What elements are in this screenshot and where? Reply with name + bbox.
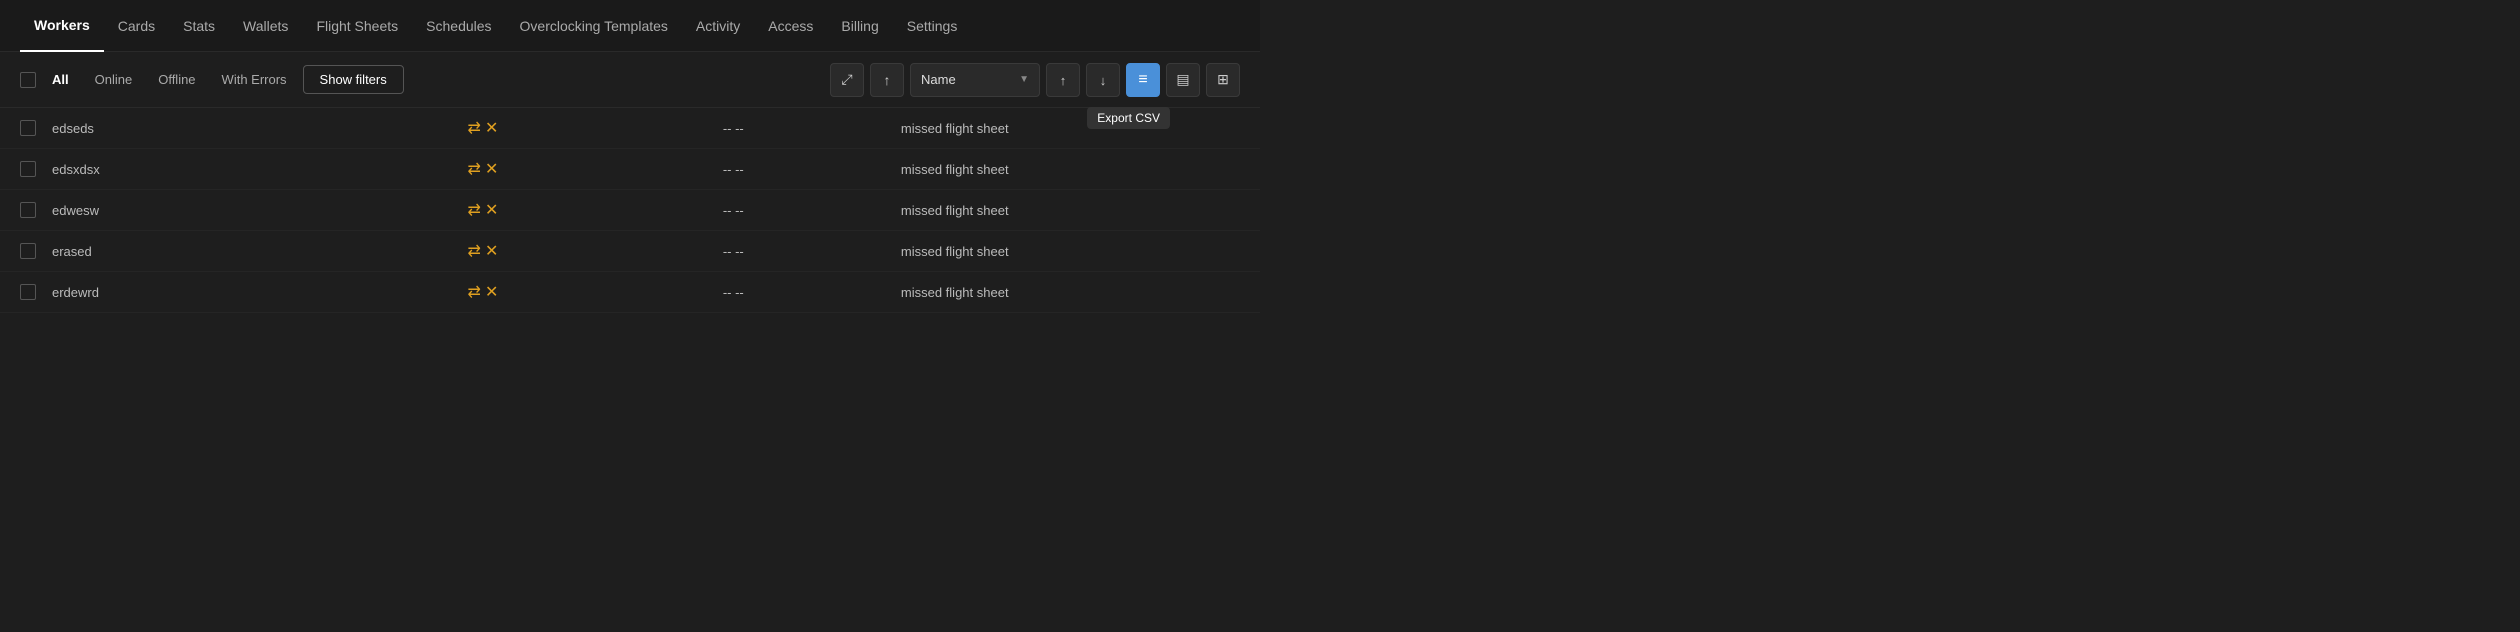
tools-icon: ✕ [485,118,498,138]
worker-icons-cell: ⇄ ✕ [460,108,715,149]
row-checkbox[interactable] [20,120,36,136]
worker-name: edsxdsx [44,149,460,190]
gpu-icon: ⇄ [468,159,481,179]
worker-stats: -- -- [715,149,893,190]
row-checkbox-cell [0,108,44,149]
list-view-button[interactable] [1166,63,1200,97]
row-checkbox-cell [0,272,44,313]
gpu-icon: ⇄ [468,241,481,261]
nav-item-billing[interactable]: Billing [827,0,892,52]
export-csv-tooltip: Export CSV [1087,107,1170,129]
worker-name: erased [44,231,460,272]
tools-icon: ✕ [485,159,498,179]
nav-item-flight-sheets[interactable]: Flight Sheets [302,0,412,52]
worker-name: edseds [44,108,460,149]
sort-dropdown[interactable]: Name ▼ [910,63,1040,97]
nav-item-wallets[interactable]: Wallets [229,0,302,52]
row-checkbox[interactable] [20,202,36,218]
worker-icons-cell: ⇄ ✕ [460,272,715,313]
row-checkbox-cell [0,149,44,190]
nav-item-cards[interactable]: Cards [104,0,169,52]
sort-icon [884,72,891,88]
chevron-down-icon: ▼ [1019,74,1029,85]
select-all-checkbox[interactable] [20,72,36,88]
worker-status: missed flight sheet [893,272,1260,313]
filter-tab-online[interactable]: Online [85,68,143,91]
grid-view-button[interactable] [1206,63,1240,97]
row-checkbox[interactable] [20,161,36,177]
toolbar-left: All Online Offline With Errors Show filt… [20,65,822,94]
worker-icons-cell: ⇄ ✕ [460,231,715,272]
table-row[interactable]: edseds ⇄ ✕ -- -- missed flight sheet [0,108,1260,149]
list-icon [1176,71,1189,88]
toolbar: All Online Offline With Errors Show filt… [0,52,1260,108]
row-checkbox[interactable] [20,284,36,300]
nav-item-schedules[interactable]: Schedules [412,0,505,52]
nav-item-activity[interactable]: Activity [682,0,754,52]
filter-tab-with-errors[interactable]: With Errors [212,68,297,91]
row-checkbox[interactable] [20,243,36,259]
list-detail-view-button[interactable] [1126,63,1160,97]
download-button[interactable] [1086,63,1120,97]
worker-name: erdewrd [44,272,460,313]
grid-icon [1217,71,1229,88]
nav-item-settings[interactable]: Settings [893,0,972,52]
row-checkbox-cell [0,231,44,272]
tools-icon: ✕ [485,241,498,261]
table-row[interactable]: edwesw ⇄ ✕ -- -- missed flight sheet [0,190,1260,231]
workers-table: edseds ⇄ ✕ -- -- missed flight sheet eds… [0,108,1260,313]
table-row[interactable]: edsxdsx ⇄ ✕ -- -- missed flight sheet [0,149,1260,190]
gpu-icon: ⇄ [468,118,481,138]
main-nav: Workers Cards Stats Wallets Flight Sheet… [0,0,1260,52]
gpu-icon: ⇄ [468,200,481,220]
worker-icons-cell: ⇄ ✕ [460,190,715,231]
nav-item-workers[interactable]: Workers [20,0,104,52]
worker-icons-cell: ⇄ ✕ [460,149,715,190]
worker-name: edwesw [44,190,460,231]
filter-tab-all[interactable]: All [42,68,79,91]
filter-tab-offline[interactable]: Offline [148,68,205,91]
nav-item-overclocking[interactable]: Overclocking Templates [506,0,682,52]
table-row[interactable]: erdewrd ⇄ ✕ -- -- missed flight sheet [0,272,1260,313]
show-filters-button[interactable]: Show filters [303,65,404,94]
upload-button[interactable] [1046,63,1080,97]
tools-icon: ✕ [485,200,498,220]
worker-stats: -- -- [715,190,893,231]
sort-order-button[interactable] [870,63,904,97]
worker-stats: -- -- [715,108,893,149]
worker-stats: -- -- [715,272,893,313]
download-icon [1100,72,1107,88]
list-detail-icon [1138,71,1147,89]
tools-icon: ✕ [485,282,498,302]
worker-status: missed flight sheet [893,231,1260,272]
worker-status: missed flight sheet [893,108,1260,149]
worker-status: missed flight sheet [893,149,1260,190]
upload-icon [1060,72,1067,88]
row-checkbox-cell [0,190,44,231]
sort-label: Name [921,72,1013,87]
table-row[interactable]: erased ⇄ ✕ -- -- missed flight sheet [0,231,1260,272]
expand-button[interactable] [830,63,864,97]
nav-item-access[interactable]: Access [754,0,827,52]
nav-item-stats[interactable]: Stats [169,0,229,52]
gpu-icon: ⇄ [468,282,481,302]
worker-status: missed flight sheet [893,190,1260,231]
expand-icon [841,71,852,88]
worker-stats: -- -- [715,231,893,272]
toolbar-right: Name ▼ Export CSV [830,63,1240,97]
